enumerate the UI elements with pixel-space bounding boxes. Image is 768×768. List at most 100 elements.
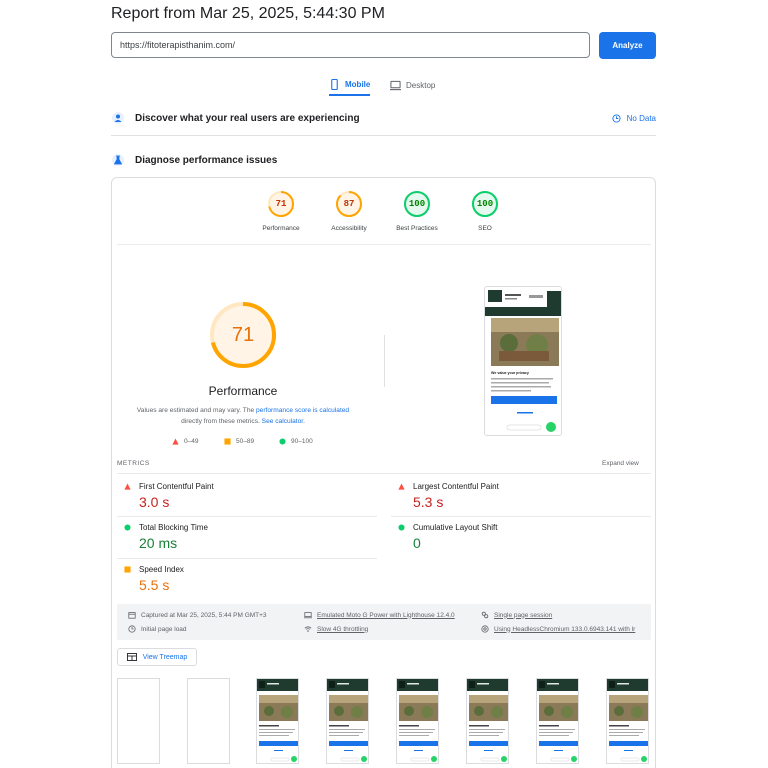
url-input[interactable] (111, 32, 590, 58)
divider (117, 244, 651, 245)
view-treemap-label: View Treemap (142, 653, 188, 661)
env-captured-text: Captured at Mar 25, 2025, 5:44 PM GMT+3 (141, 611, 267, 619)
env-throttle[interactable]: Slow 4G throttling (304, 625, 368, 633)
env-browser[interactable]: Using HeadlessChromium 133.0.6943.141 wi… (481, 625, 635, 633)
desktop-icon (390, 80, 401, 90)
metric-tbt-name: Total Blocking Time (139, 523, 208, 532)
metric-si-name: Speed Index (139, 565, 184, 574)
metric-si: Speed Index 5.5 s (124, 565, 374, 593)
divider (391, 516, 651, 517)
field-data-title: Discover what your real users are experi… (135, 112, 360, 124)
timer-icon (128, 625, 136, 633)
filmstrip-frame (466, 678, 509, 764)
privacy-title: We value your privacy (491, 371, 529, 375)
metric-lcp-name: Largest Contentful Paint (413, 482, 499, 491)
score-label: Performance (262, 225, 300, 232)
desc-text-2: directly from these metrics. (181, 418, 262, 425)
view-treemap-button[interactable]: View Treemap (117, 648, 197, 666)
users-icon (112, 112, 124, 124)
square-icon (224, 438, 231, 445)
env-load: Initial page load (128, 625, 187, 633)
score-gauge-accessibility[interactable]: 87 Accessibility (314, 190, 384, 232)
metric-cls-name: Cumulative Layout Shift (413, 523, 498, 532)
filmstrip-frame (256, 678, 299, 764)
calendar-icon (128, 612, 136, 619)
filmstrip-frame (187, 678, 230, 764)
score-gauge-performance[interactable]: 71 Performance (246, 190, 316, 232)
device-icon (304, 612, 312, 619)
metric-tbt: Total Blocking Time 20 ms (124, 523, 374, 551)
average-square-icon (124, 566, 131, 573)
metric-tbt-value: 20 ms (139, 535, 178, 551)
session-icon (481, 611, 489, 619)
see-calculator-link[interactable]: See calculator. (262, 418, 305, 425)
filmstrip-frame (326, 678, 369, 764)
divider (117, 558, 377, 559)
no-data-indicator: No Data (612, 114, 656, 123)
metric-lcp-value: 5.3 s (413, 494, 444, 510)
env-throttle-text: Slow 4G throttling (317, 625, 369, 633)
filmstrip-frame (117, 678, 160, 764)
performance-description: Values are estimated and may vary. The p… (120, 405, 366, 427)
divider (111, 135, 656, 136)
tab-desktop[interactable]: Desktop (390, 74, 435, 96)
legend-fail-label: 0–49 (184, 438, 199, 445)
field-data-section: Discover what your real users are experi… (111, 110, 656, 126)
pass-circle-icon (398, 524, 405, 531)
filmstrip-frame (536, 678, 579, 764)
score-value: 100 (408, 199, 426, 209)
triangle-icon (172, 438, 179, 445)
mobile-icon (331, 78, 338, 90)
lab-icon (112, 154, 124, 166)
performance-score: 71 (231, 324, 255, 346)
score-gauge-best-practices[interactable]: 100 Best Practices (382, 190, 452, 232)
fail-triangle-icon (124, 483, 131, 490)
metrics-label: METRICS (117, 460, 150, 467)
performance-score-link[interactable]: performance score is calculated (256, 407, 349, 414)
score-value: 71 (275, 199, 287, 209)
filmstrip-frame (396, 678, 439, 764)
env-load-text: Initial page load (141, 625, 187, 633)
env-captured: Captured at Mar 25, 2025, 5:44 PM GMT+3 (128, 611, 267, 619)
expand-view-toggle[interactable]: Expand view (602, 460, 639, 467)
tab-mobile-label: Mobile (345, 79, 371, 89)
wifi-icon (304, 626, 312, 632)
tab-mobile[interactable]: Mobile (329, 74, 371, 96)
env-browser-text: Using HeadlessChromium 133.0.6943.141 wi… (494, 625, 636, 633)
final-screenshot: We value your privacy (484, 286, 562, 436)
score-gauge-ring: 87 (335, 190, 363, 218)
report-title: Report from Mar 25, 2025, 5:44:30 PM (111, 5, 385, 22)
legend-average: 50–89 (224, 438, 254, 445)
legend-pass-label: 90–100 (291, 438, 313, 445)
fail-triangle-icon (398, 483, 405, 490)
metric-lcp: Largest Contentful Paint 5.3 s (398, 482, 648, 510)
no-data-label: No Data (626, 113, 656, 123)
divider (117, 516, 377, 517)
metric-cls-value: 0 (413, 535, 421, 551)
metric-fcp-value: 3.0 s (139, 494, 170, 510)
env-session-text: Single page session (494, 611, 553, 619)
divider (117, 473, 651, 474)
diagnose-title: Diagnose performance issues (135, 154, 278, 166)
score-value: 87 (343, 199, 355, 209)
runtime-settings: Captured at Mar 25, 2025, 5:44 PM GMT+3 … (117, 604, 651, 640)
legend-pass: 90–100 (279, 438, 313, 445)
score-label: Best Practices (396, 225, 438, 232)
env-device[interactable]: Emulated Moto G Power with Lighthouse 12… (304, 611, 455, 619)
circle-icon (279, 438, 286, 445)
performance-gauge: 71 (208, 300, 278, 370)
score-gauge-ring: 71 (267, 190, 295, 218)
desc-text-1: Values are estimated and may vary. The (136, 407, 257, 414)
score-label: SEO (478, 225, 492, 232)
filmstrip-frame (606, 678, 649, 764)
tab-desktop-label: Desktop (406, 80, 436, 90)
diagnose-section: Diagnose performance issues (111, 152, 656, 168)
metric-cls: Cumulative Layout Shift 0 (398, 523, 648, 551)
clock-icon (612, 113, 621, 123)
env-session[interactable]: Single page session (481, 611, 552, 619)
score-value: 100 (476, 199, 494, 209)
analyze-button[interactable]: Analyze (599, 32, 656, 59)
score-gauge-seo[interactable]: 100 SEO (450, 190, 520, 232)
score-label: Accessibility (331, 225, 367, 232)
treemap-icon (126, 653, 137, 661)
